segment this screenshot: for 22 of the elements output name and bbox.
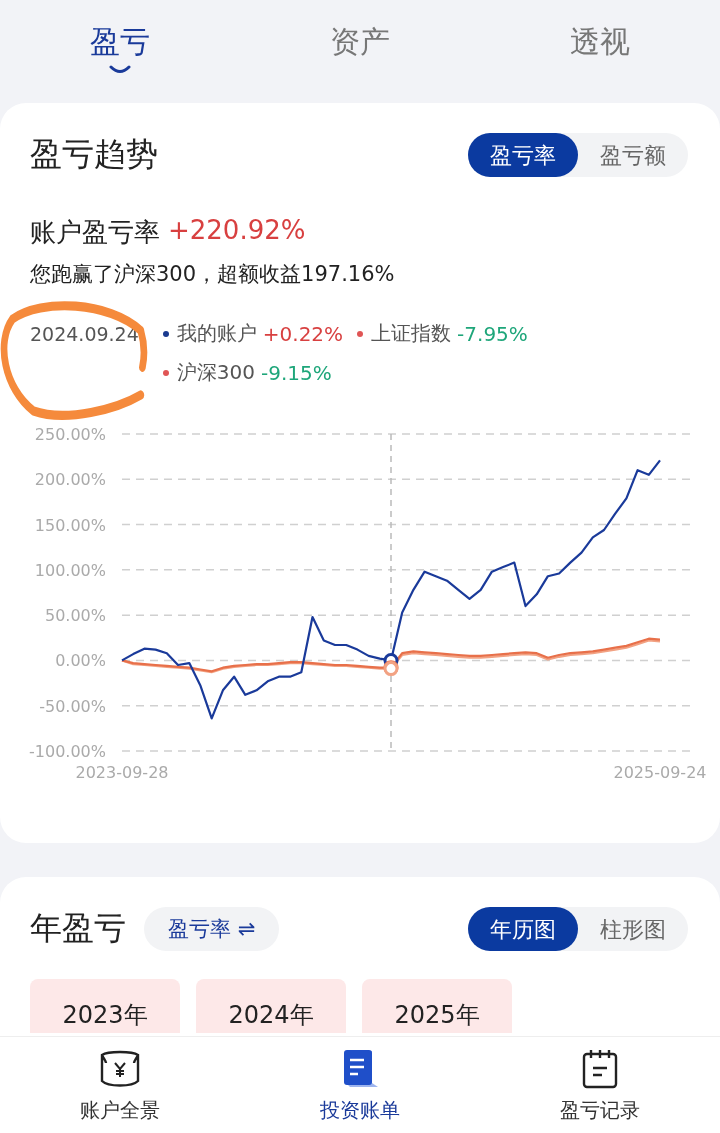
rate-value: +220.92% <box>168 215 306 247</box>
rate-label: 账户盈亏率 <box>30 216 160 249</box>
y-tick-label: 0.00% <box>55 651 106 671</box>
y-tick-label: 200.00% <box>34 470 106 490</box>
date-label: 2024.09.24 <box>30 323 139 345</box>
card-title: 年盈亏 <box>30 908 126 949</box>
x-tick-label: 2025-09-24 <box>613 763 707 782</box>
legend-value: -9.15% <box>261 360 332 385</box>
card-title: 盈亏趋势 <box>30 134 158 175</box>
y-tick-label: 250.00% <box>34 425 106 444</box>
legend-value: -7.95% <box>457 321 528 346</box>
y-tick-label: -100.00% <box>29 742 106 761</box>
y-tick-label: -50.00% <box>39 696 106 716</box>
legend-label: 沪深300 <box>176 359 255 386</box>
legend-label: 我的账户 <box>176 320 257 347</box>
y-tick-label: 50.00% <box>45 606 106 626</box>
y-tick-label: 150.00% <box>34 515 106 535</box>
legend-label: 上证指数 <box>371 320 452 347</box>
legend-value: +0.22% <box>262 321 344 346</box>
x-tick-label: 2023-09-28 <box>75 763 169 782</box>
summary-text: 您跑赢了沪深300，超额收益197.16% <box>30 261 396 288</box>
y-tick-label: 100.00% <box>34 560 106 580</box>
